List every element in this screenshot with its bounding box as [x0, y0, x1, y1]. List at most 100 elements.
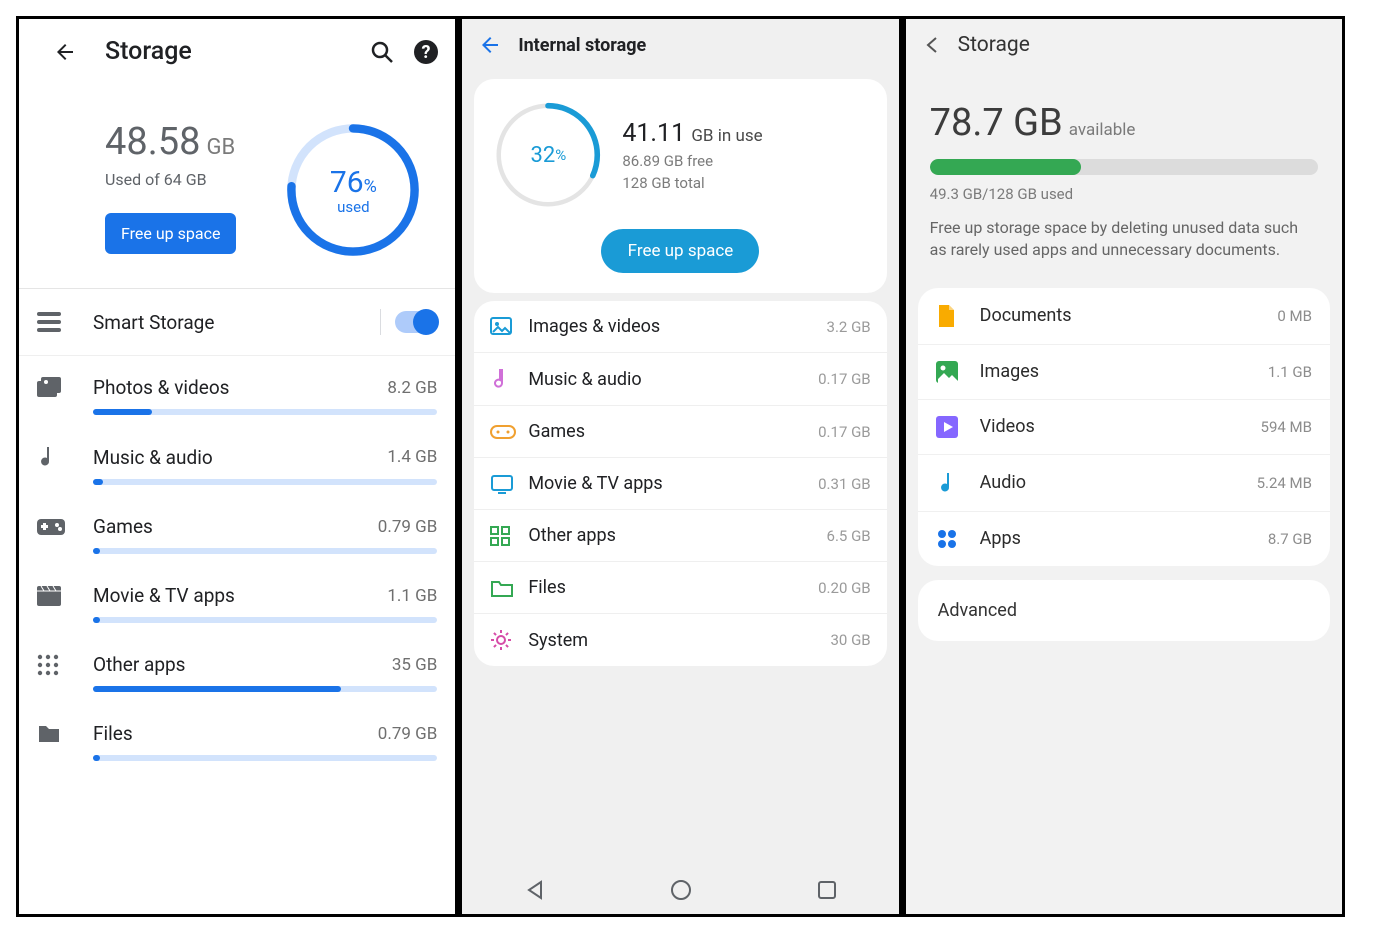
category-row[interactable]: Files0.20 GB [474, 562, 886, 614]
advanced-button[interactable]: Advanced [918, 580, 1330, 641]
category-label: Photos & videos [93, 376, 387, 399]
category-label: Images [980, 361, 1268, 382]
ring-percent: 32 [530, 143, 555, 168]
free-up-space-button[interactable]: Free up space [105, 213, 236, 254]
aud-icon [936, 471, 980, 495]
category-size: 5.24 MB [1257, 474, 1312, 492]
back-icon[interactable] [478, 33, 502, 57]
storage-description: Free up storage space by deleting unused… [930, 217, 1318, 262]
category-row[interactable]: Other apps6.5 GB [474, 510, 886, 562]
games-icon [490, 425, 528, 439]
used-of-total: Used of 64 GB [105, 170, 283, 189]
category-label: Games [93, 515, 378, 538]
category-row[interactable]: System30 GB [474, 614, 886, 666]
back-icon[interactable] [922, 35, 942, 55]
search-icon[interactable] [369, 39, 395, 65]
smart-storage-row[interactable]: Smart Storage [19, 289, 455, 356]
img-icon [936, 361, 980, 383]
other-icon [490, 526, 528, 546]
category-size: 0.79 GB [378, 724, 438, 744]
category-size: 35 GB [392, 655, 438, 675]
category-label: Other apps [528, 525, 826, 546]
category-row[interactable]: Movie & TV apps0.31 GB [474, 458, 886, 510]
category-row[interactable]: Music & audio1.4 GB [19, 425, 455, 495]
category-size: 6.5 GB [827, 527, 871, 545]
category-label: Games [528, 421, 818, 442]
usage-line: 49.3 GB/128 GB used [930, 185, 1318, 203]
pane-google-storage: Storage ? 48.58GB Used of 64 GB Free up … [19, 19, 455, 914]
category-size: 0 MB [1277, 307, 1312, 325]
ring-percent-sym: % [555, 146, 566, 164]
category-row[interactable]: Apps8.7 GB [918, 512, 1330, 566]
category-size: 30 GB [831, 631, 871, 649]
category-row[interactable]: Movie & TV apps1.1 GB [19, 564, 455, 633]
folder-icon [490, 578, 528, 598]
page-title: Storage [958, 33, 1030, 57]
back-icon[interactable] [53, 40, 77, 64]
category-size: 3.2 GB [827, 318, 871, 336]
category-size: 8.2 GB [387, 378, 437, 398]
pane-internal-storage: Internal storage 32% 41.11 GB in use 86.… [455, 19, 898, 914]
category-label: Documents [980, 305, 1278, 326]
used-value: 41.11 [622, 119, 685, 148]
category-bar [93, 479, 437, 485]
category-label: Music & audio [93, 446, 387, 469]
category-row[interactable]: Games0.17 GB [474, 406, 886, 458]
used-unit: GB [206, 135, 235, 160]
music-icon [490, 368, 528, 390]
category-size: 0.20 GB [818, 579, 871, 597]
apps-icon [936, 528, 980, 550]
category-row[interactable]: Videos594 MB [918, 400, 1330, 455]
music-icon [37, 445, 93, 469]
ring-percent-sym: % [364, 176, 377, 197]
ring-percent: 76 [330, 165, 364, 200]
svg-text:?: ? [422, 42, 431, 63]
smart-storage-icon [37, 312, 93, 332]
category-row[interactable]: Audio5.24 MB [918, 455, 1330, 512]
smart-storage-toggle[interactable] [395, 311, 437, 333]
category-list: Images & videos3.2 GBMusic & audio0.17 G… [474, 301, 886, 666]
category-row[interactable]: Other apps35 GB [19, 633, 455, 702]
free-up-space-button[interactable]: Free up space [601, 229, 759, 273]
category-label: Videos [980, 416, 1261, 437]
category-row[interactable]: Documents0 MB [918, 288, 1330, 345]
nav-home-icon[interactable] [670, 879, 692, 901]
category-row[interactable]: Photos & videos8.2 GB [19, 356, 455, 425]
nav-back-icon[interactable] [524, 879, 546, 901]
usage-card: 32% 41.11 GB in use 86.89 GB free 128 GB… [474, 79, 886, 293]
gear-icon [490, 629, 528, 651]
help-icon[interactable]: ? [413, 39, 439, 65]
category-size: 0.31 GB [818, 475, 871, 493]
doc-icon [936, 304, 980, 328]
available-label: available [1069, 120, 1136, 140]
category-size: 1.4 GB [387, 447, 437, 467]
category-bar [93, 686, 437, 692]
category-bar [93, 617, 437, 623]
category-row[interactable]: Images & videos3.2 GB [474, 301, 886, 353]
category-list: Documents0 MBImages1.1 GBVideos594 MBAud… [918, 288, 1330, 566]
category-label: System [528, 630, 830, 651]
category-label: Apps [980, 528, 1268, 549]
free-line: 86.89 GB free [622, 152, 762, 170]
category-size: 594 MB [1261, 418, 1312, 436]
category-size: 1.1 GB [1268, 363, 1312, 381]
available-value: 78.7 GB [930, 101, 1063, 145]
nav-recent-icon[interactable] [817, 880, 837, 900]
category-bar [93, 755, 437, 761]
smart-storage-label: Smart Storage [93, 311, 380, 334]
files-icon [37, 724, 93, 744]
usage-bar [930, 159, 1318, 175]
category-row[interactable]: Music & audio0.17 GB [474, 353, 886, 406]
nav-bar [462, 866, 898, 914]
images-icon [490, 317, 528, 337]
category-label: Movie & TV apps [93, 584, 387, 607]
category-label: Music & audio [528, 369, 818, 390]
category-label: Files [93, 722, 378, 745]
category-row[interactable]: Images1.1 GB [918, 345, 1330, 400]
category-label: Other apps [93, 653, 392, 676]
used-suffix: GB in use [691, 126, 762, 146]
category-row[interactable]: Files0.79 GB [19, 702, 455, 771]
used-value: 48.58 [105, 120, 200, 164]
total-line: 128 GB total [622, 174, 762, 192]
category-row[interactable]: Games0.79 GB [19, 495, 455, 564]
